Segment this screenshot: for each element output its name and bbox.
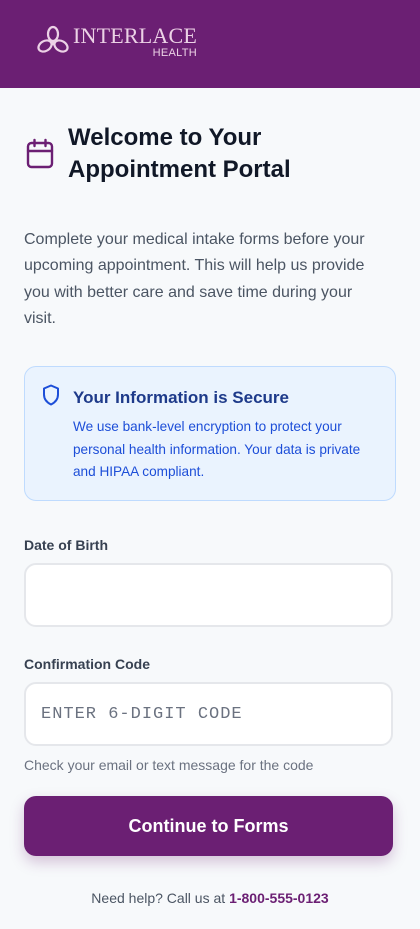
brand-logo[interactable]: INTERLACE HEALTH (36, 25, 197, 59)
page-title: Welcome to Your Appointment Portal (68, 124, 291, 183)
security-notice-title: Your Information is Secure (73, 388, 290, 408)
intro-text: Complete your medical intake forms befor… (24, 231, 365, 327)
shield-icon (43, 384, 59, 406)
app-header: INTERLACE HEALTH (0, 0, 420, 88)
help-prefix: Need help? Call us at (91, 890, 226, 907)
dob-input[interactable] (24, 563, 393, 628)
calendar-icon (26, 138, 54, 169)
brand-subtitle: HEALTH (152, 47, 198, 59)
security-notice-text: We use bank-level encryption to protect … (73, 419, 361, 480)
continue-to-forms-button[interactable]: Continue to Forms (24, 796, 393, 857)
confirmation-code-help: Check your email or text message for the… (24, 757, 314, 774)
title-row: Welcome to Your Appointment Portal (24, 122, 396, 186)
confirmation-code-input[interactable] (24, 682, 393, 747)
security-notice: Your Information is Secure We use bank-l… (24, 366, 396, 502)
logo-mark-icon (37, 25, 69, 53)
phone-link[interactable]: 1-800-555-0123 (229, 890, 329, 906)
dob-label: Date of Birth (24, 537, 108, 554)
brand-name: INTERLACE (73, 23, 198, 48)
main-content: Welcome to Your Appointment Portal Compl… (0, 122, 420, 906)
help-line: Need help? Call us at 1-800-555-0123 (24, 890, 396, 906)
confirmation-code-label: Confirmation Code (24, 656, 150, 673)
